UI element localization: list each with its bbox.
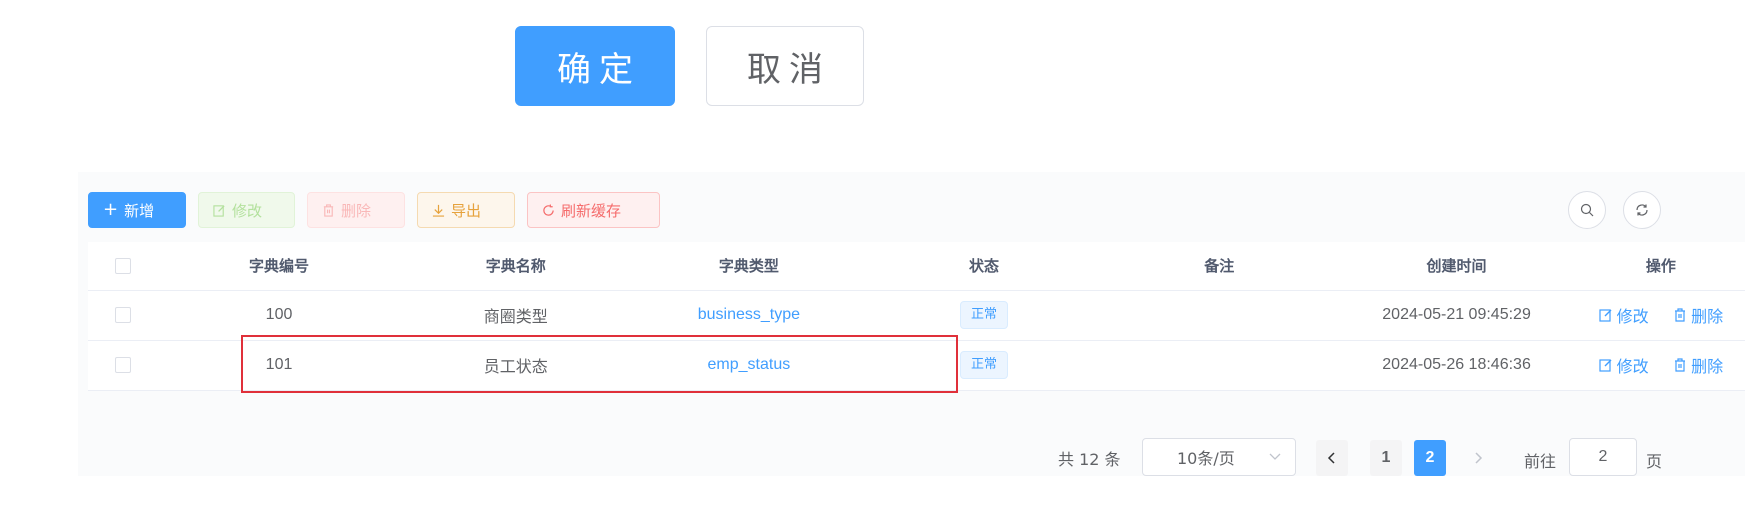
dict-type-link[interactable]: emp_status [631, 340, 866, 391]
row-delete-label: 删除 [1691, 307, 1724, 326]
header-status: 状态 [865, 242, 1103, 291]
row-edit-label: 修改 [1616, 357, 1649, 376]
delete-label: 删除 [341, 201, 372, 220]
row-select-cell [88, 290, 159, 341]
row-edit-button[interactable]: 修改 [1599, 353, 1649, 377]
edit-icon [213, 204, 225, 217]
dict-name: 员工状态 [399, 340, 632, 391]
header-actions: 操作 [1576, 242, 1745, 291]
goto-suffix: 页 [1646, 452, 1663, 471]
row-delete-button[interactable]: 删除 [1673, 353, 1723, 377]
page-size-value: 10条/页 [1177, 449, 1235, 468]
dict-name: 商圈类型 [399, 290, 632, 341]
delete-button[interactable]: 删除 [307, 192, 405, 228]
row-checkbox[interactable] [115, 306, 132, 323]
page-size-select[interactable]: 10条/页 [1142, 438, 1296, 476]
dict-code: 100 [158, 290, 400, 341]
toolbar: + 新增 修改 删除 导出 刷新缓存 [88, 192, 660, 228]
created-time: 2024-05-26 18:46:36 [1336, 340, 1577, 391]
table-row: 101 员工状态 emp_status 正常 2024-05-26 18:46:… [88, 340, 1745, 391]
row-delete-label: 删除 [1691, 357, 1724, 376]
edit-icon [1599, 359, 1612, 372]
header-dict-type: 字典类型 [631, 242, 866, 291]
created-time: 2024-05-21 09:45:29 [1336, 290, 1577, 341]
add-label: 新增 [124, 201, 155, 220]
row-edit-label: 修改 [1616, 307, 1649, 326]
trash-icon [1675, 308, 1686, 322]
status-badge: 正常 [960, 301, 1009, 329]
search-toggle-button[interactable] [1568, 191, 1606, 229]
dictionary-table: 字典编号 字典名称 字典类型 状态 备注 创建时间 操作 100 商圈类型 bu… [88, 242, 1745, 391]
pagination-total: 共 12 条 [1058, 450, 1121, 469]
row-delete-button[interactable]: 删除 [1673, 303, 1723, 327]
refresh-icon [1636, 204, 1648, 216]
next-page-button[interactable] [1462, 440, 1494, 476]
table-row: 100 商圈类型 business_type 正常 2024-05-21 09:… [88, 290, 1745, 341]
prev-page-button[interactable] [1316, 440, 1348, 476]
chevron-right-icon [1475, 452, 1483, 464]
refresh-cache-label: 刷新缓存 [561, 201, 622, 220]
trash-icon [323, 203, 334, 217]
goto-label: 前往 [1524, 452, 1557, 471]
refresh-icon [543, 203, 554, 216]
remark [1102, 340, 1337, 391]
header-created-time: 创建时间 [1336, 242, 1577, 291]
remark [1102, 290, 1337, 341]
select-all-checkbox[interactable] [115, 258, 132, 275]
status-cell: 正常 [865, 290, 1103, 341]
search-icon [1580, 203, 1594, 217]
select-all-cell [88, 242, 159, 291]
chevron-left-icon [1327, 452, 1335, 464]
edit-icon [1599, 309, 1612, 322]
page-1-button[interactable]: 1 [1370, 440, 1402, 476]
row-select-cell [88, 340, 159, 391]
cancel-button[interactable]: 取消 [706, 26, 864, 106]
header-dict-name: 字典名称 [399, 242, 632, 291]
download-icon [432, 204, 445, 217]
edit-label: 修改 [232, 201, 263, 220]
row-checkbox[interactable] [115, 356, 132, 373]
dict-code: 101 [158, 340, 400, 391]
trash-icon [1675, 358, 1686, 372]
table-header-row: 字典编号 字典名称 字典类型 状态 备注 创建时间 操作 [88, 242, 1745, 291]
dict-type-link[interactable]: business_type [631, 290, 866, 341]
status-cell: 正常 [865, 340, 1103, 391]
row-edit-button[interactable]: 修改 [1599, 303, 1649, 327]
add-button[interactable]: + 新增 [88, 192, 186, 228]
header-dict-code: 字典编号 [158, 242, 400, 291]
page-2-button[interactable]: 2 [1414, 440, 1446, 476]
dictionary-panel: + 新增 修改 删除 导出 刷新缓存 字典编号 字典名称 字典类型 状态 备注 … [78, 172, 1745, 476]
goto-page-input[interactable]: 2 [1569, 438, 1637, 476]
actions-cell: 修改 删除 [1576, 340, 1745, 391]
actions-cell: 修改 删除 [1576, 290, 1745, 341]
refresh-cache-button[interactable]: 刷新缓存 [527, 192, 660, 228]
header-remark: 备注 [1102, 242, 1337, 291]
export-button[interactable]: 导出 [417, 192, 515, 228]
confirm-button[interactable]: 确定 [515, 26, 675, 106]
status-badge: 正常 [960, 351, 1009, 379]
export-label: 导出 [451, 201, 482, 220]
chevron-down-icon [1269, 453, 1281, 460]
edit-button[interactable]: 修改 [198, 192, 295, 228]
refresh-table-button[interactable] [1623, 191, 1661, 229]
plus-icon: + [103, 199, 119, 220]
